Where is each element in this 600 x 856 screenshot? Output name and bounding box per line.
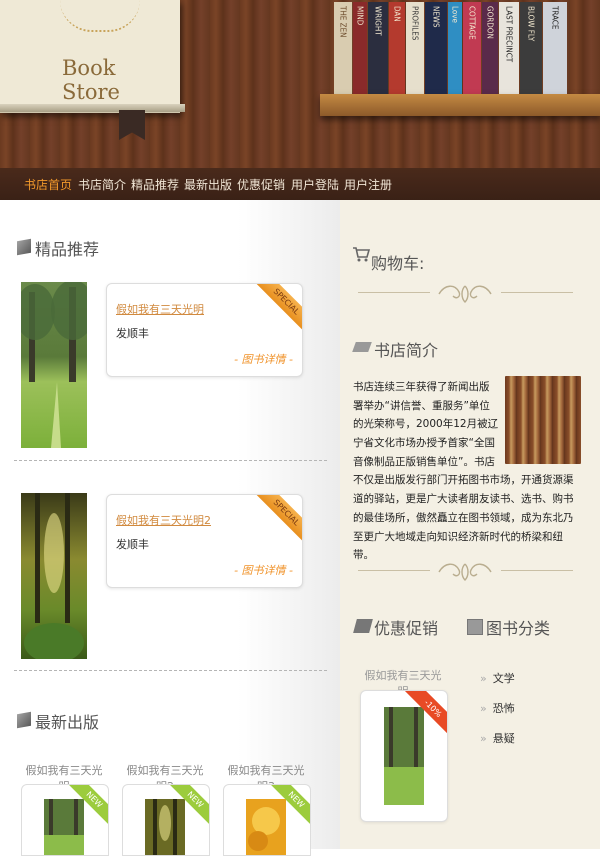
ornament-icon: [60, 0, 140, 32]
divider: [14, 670, 327, 671]
book-cover-image[interactable]: [384, 707, 424, 805]
special-badge: SPECIAL: [252, 284, 302, 336]
cart-icon[interactable]: [352, 246, 370, 262]
featured-book-title[interactable]: 假如我有三天光明2: [116, 512, 211, 528]
newest-book-box: NEW: [21, 784, 109, 856]
cube-icon: [17, 238, 31, 256]
site-header: Book Store THE ZEN MIND WRIGHT DAN PROFI…: [0, 0, 600, 168]
book-cover-image[interactable]: [21, 282, 87, 448]
category-icon: [467, 619, 483, 635]
bookshelf-books: THE ZEN MIND WRIGHT DAN PROFILES NEWS Lo…: [334, 0, 568, 94]
category-label[interactable]: 悬疑: [493, 732, 515, 745]
book-spine-item: Love: [448, 2, 462, 94]
nav-featured[interactable]: 精品推荐: [131, 176, 179, 193]
cart-heading[interactable]: 购物车:: [371, 250, 424, 274]
book-spine-item: BLOW FLY: [520, 2, 542, 94]
book-detail-link[interactable]: - 图书详情 -: [234, 351, 293, 367]
intro-heading: 书店简介: [374, 341, 439, 360]
category-item[interactable]: » 恐怖: [480, 700, 515, 716]
book-spine-item: NEWS: [425, 2, 447, 94]
ornament-divider: [358, 278, 573, 308]
nav-register[interactable]: 用户注册: [344, 176, 392, 193]
book-spine-item: MIND: [353, 2, 367, 94]
category-label[interactable]: 恐怖: [493, 702, 515, 715]
promo-book-box[interactable]: -10%: [360, 690, 448, 822]
featured-book-author: 发顺丰: [116, 327, 149, 340]
book-cover-image[interactable]: [44, 799, 84, 855]
main-nav: 书店首页 书店简介 精品推荐 最新出版 优惠促销 用户登陆 用户注册: [0, 168, 600, 200]
nav-promo[interactable]: 优惠促销: [237, 176, 285, 193]
newest-heading: 最新出版: [35, 713, 100, 732]
featured-card: 假如我有三天光明 发顺丰 - 图书详情 - SPECIAL: [106, 283, 303, 377]
book-spine: [0, 104, 185, 112]
category-label[interactable]: 文学: [493, 672, 515, 685]
category-item[interactable]: » 文学: [480, 670, 515, 686]
nav-newest[interactable]: 最新出版: [184, 176, 232, 193]
featured-book-title[interactable]: 假如我有三天光明: [116, 301, 204, 317]
book-cover-logo[interactable]: Book Store: [0, 0, 180, 113]
logo-text: Book Store: [62, 56, 120, 104]
promo-heading: 优惠促销: [374, 619, 439, 638]
book-spine-item: WRIGHT: [368, 2, 388, 94]
book-spine-item: PROFILES: [406, 2, 424, 94]
bookshelf-image: [505, 376, 581, 464]
category-item[interactable]: » 悬疑: [480, 730, 515, 746]
book-cover-image[interactable]: [145, 799, 185, 855]
book-cover-image[interactable]: [21, 493, 87, 659]
newest-book-box: NEW: [223, 784, 311, 856]
book-spine-item: GORDON: [482, 2, 498, 94]
nav-about[interactable]: 书店简介: [78, 176, 126, 193]
categories-heading: 图书分类: [486, 619, 551, 638]
featured-heading: 精品推荐: [35, 240, 100, 259]
book-spine-item: TRACE: [543, 2, 567, 94]
featured-book-author: 发顺丰: [116, 538, 149, 551]
book-detail-link[interactable]: - 图书详情 -: [234, 562, 293, 578]
divider: [14, 460, 327, 461]
flourish-icon: [438, 285, 492, 303]
book-spine-item: DAN: [389, 2, 405, 94]
newest-book-box: NEW: [122, 784, 210, 856]
double-chevron-icon: »: [480, 672, 487, 685]
intro-text-block: 书店连续三年获得了新闻出版署举办“讲信誉、重服务”单位的光荣称号，2000年12…: [353, 376, 581, 565]
book-cover-image[interactable]: [246, 799, 286, 855]
nav-home[interactable]: 书店首页: [24, 176, 72, 193]
bookmark-ribbon-icon: [119, 110, 145, 140]
special-badge: SPECIAL: [252, 495, 302, 547]
book-spine-item: COTTAGE: [463, 2, 481, 94]
wooden-shelf: [320, 94, 600, 116]
double-chevron-icon: »: [480, 732, 487, 745]
book-spine-item: LAST PRECINCT: [499, 2, 519, 94]
book-spine-item: THE ZEN: [334, 2, 352, 94]
double-chevron-icon: »: [480, 702, 487, 715]
nav-login[interactable]: 用户登陆: [291, 176, 339, 193]
featured-card: 假如我有三天光明2 发顺丰 - 图书详情 - SPECIAL: [106, 494, 303, 588]
cube-icon: [17, 711, 31, 729]
flourish-icon: [438, 563, 492, 581]
ornament-divider: [358, 556, 573, 586]
